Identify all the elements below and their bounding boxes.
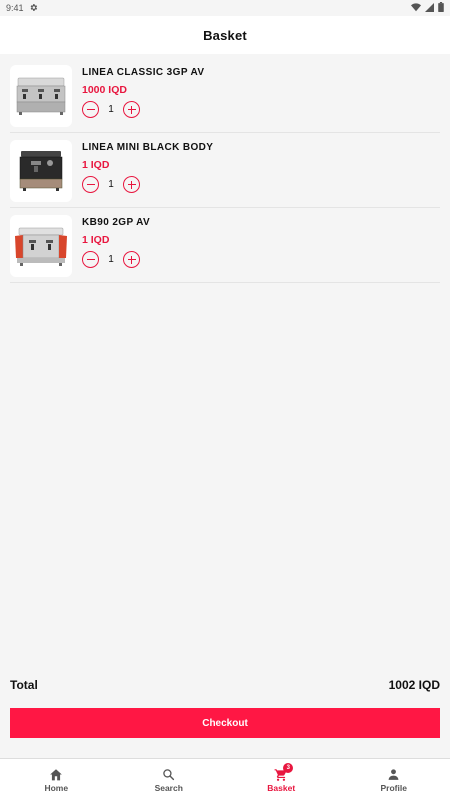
search-icon [162,767,175,783]
increase-quantity-button[interactable] [123,101,140,118]
decrease-quantity-button[interactable] [82,101,99,118]
cart-count-badge: 3 [283,762,294,773]
page-title: Basket [203,27,247,43]
nav-label: Basket [267,782,296,793]
basket-list: LINEA CLASSIC 3GP AV 1000 IQD 1 LINEA MI… [0,58,450,283]
product-image[interactable] [10,215,72,277]
decrease-quantity-button[interactable] [82,176,99,193]
quantity-value: 1 [108,104,114,115]
item-info: KB90 2GP AV 1 IQD 1 [82,215,150,268]
status-time: 9:41 [6,3,24,13]
plus-icon-vertical [130,180,133,189]
item-name: LINEA CLASSIC 3GP AV [82,67,205,78]
quantity-value: 1 [108,179,114,190]
item-name: LINEA MINI BLACK BODY [82,142,214,153]
nav-item-profile[interactable]: Profile [338,759,450,800]
total-label: Total [10,678,38,692]
total-value: 1002 IQD [388,678,440,692]
decrease-quantity-button[interactable] [82,251,99,268]
total-row: Total 1002 IQD [10,678,440,692]
item-price: 1000 IQD [82,84,127,96]
signal-icon [425,2,434,14]
cart-icon: 3 [274,762,294,783]
increase-quantity-button[interactable] [123,176,140,193]
nav-label: Search [154,782,183,793]
plus-icon-vertical [130,255,133,264]
quantity-value: 1 [108,254,114,265]
app-bar: Basket [0,16,450,54]
basket-item: LINEA CLASSIC 3GP AV 1000 IQD 1 [10,58,440,133]
status-bar: 9:41 [0,0,450,16]
item-name: KB90 2GP AV [82,217,151,228]
person-icon [387,767,400,783]
wifi-icon [411,2,421,14]
status-left: 9:41 [6,3,38,14]
quantity-stepper: 1 [82,251,150,268]
item-info: LINEA MINI BLACK BODY 1 IQD 1 [82,140,213,193]
nav-label: Home [44,782,69,793]
basket-item: KB90 2GP AV 1 IQD 1 [10,208,440,283]
quantity-stepper: 1 [82,101,204,118]
home-icon [49,767,63,783]
quantity-stepper: 1 [82,176,213,193]
status-right [411,2,444,14]
battery-icon [438,2,444,14]
nav-item-search[interactable]: Search [113,759,226,800]
minus-icon [86,108,95,111]
nav-item-basket[interactable]: 3 Basket [225,759,338,800]
item-price: 1 IQD [82,159,110,171]
checkout-button[interactable]: Checkout [10,708,440,738]
product-image[interactable] [10,65,72,127]
item-info: LINEA CLASSIC 3GP AV 1000 IQD 1 [82,65,204,118]
plus-icon-vertical [130,105,133,114]
bottom-nav: Home Search 3 Basket Profile [0,758,450,800]
increase-quantity-button[interactable] [123,251,140,268]
nav-item-home[interactable]: Home [0,759,113,800]
item-price: 1 IQD [82,234,110,246]
minus-icon [86,258,95,261]
product-image[interactable] [10,140,72,202]
basket-item: LINEA MINI BLACK BODY 1 IQD 1 [10,133,440,208]
nav-label: Profile [380,782,407,793]
settings-gear-icon [29,3,38,14]
minus-icon [86,183,95,186]
